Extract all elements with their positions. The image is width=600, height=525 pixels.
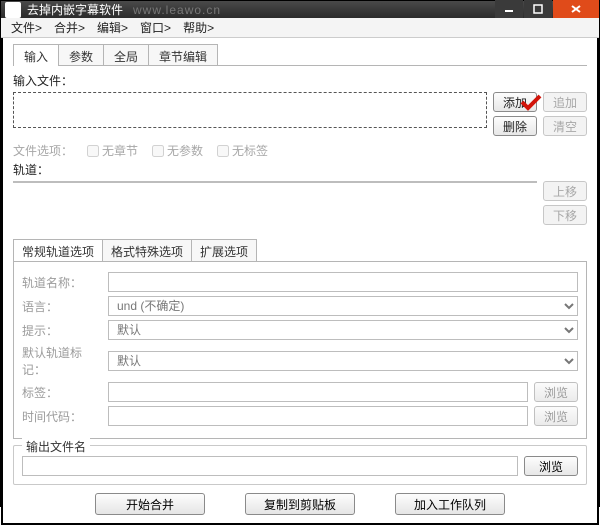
title-bar: 去掉内嵌字幕软件 www.leawo.cn <box>1 1 599 18</box>
start-merge-button[interactable]: 开始合并 <box>95 493 205 515</box>
timecode-input[interactable] <box>108 406 528 426</box>
tags-browse-button[interactable]: 浏览 <box>534 382 578 402</box>
check-icon <box>520 94 542 115</box>
clear-button[interactable]: 清空 <box>543 116 587 136</box>
timecode-label: 时间代码： <box>22 408 102 425</box>
tab-chapter[interactable]: 章节编辑 <box>148 44 218 66</box>
add-queue-button[interactable]: 加入工作队列 <box>395 493 505 515</box>
language-select[interactable]: und (不确定) <box>108 296 578 316</box>
language-label: 语言： <box>22 298 102 315</box>
tags-label: 标签： <box>22 384 102 401</box>
file-options-label: 文件选项： <box>13 142 73 159</box>
move-up-button[interactable]: 上移 <box>543 181 587 201</box>
default-flag-select[interactable]: 默认 <box>108 351 578 371</box>
hint-label: 提示： <box>22 322 102 339</box>
menu-merge[interactable]: 合并> <box>48 17 91 38</box>
output-group: 输出文件名 浏览 <box>13 445 587 485</box>
output-path-input[interactable] <box>22 456 518 476</box>
tab-params[interactable]: 参数 <box>58 44 104 66</box>
main-tabs: 输入 参数 全局 章节编辑 <box>13 44 587 66</box>
menu-file[interactable]: 文件> <box>5 17 48 38</box>
track-options-panel: 轨道名称： 语言： und (不确定) 提示： 默认 默认轨道标记： 默认 标签… <box>13 261 587 439</box>
hint-select[interactable]: 默认 <box>108 320 578 340</box>
tab-input[interactable]: 输入 <box>13 44 59 66</box>
output-legend: 输出文件名 <box>22 438 90 455</box>
copy-clipboard-button[interactable]: 复制到剪贴板 <box>245 493 355 515</box>
app-icon <box>5 2 21 18</box>
track-name-input[interactable] <box>108 272 578 292</box>
menu-window[interactable]: 窗口> <box>134 17 177 38</box>
add-button[interactable]: 添加 <box>493 92 537 112</box>
input-file-list[interactable] <box>13 92 487 128</box>
close-button[interactable] <box>553 0 599 18</box>
input-file-label: 输入文件： <box>13 72 587 89</box>
subtab-special[interactable]: 格式特殊选项 <box>102 239 192 261</box>
subtab-ext[interactable]: 扩展选项 <box>191 239 257 261</box>
no-chapter-checkbox[interactable]: 无章节 <box>87 142 138 159</box>
move-down-button[interactable]: 下移 <box>543 205 587 225</box>
sub-tabs: 常规轨道选项 格式特殊选项 扩展选项 <box>13 239 587 261</box>
no-tags-checkbox[interactable]: 无标签 <box>217 142 268 159</box>
tracks-list[interactable] <box>13 181 537 183</box>
no-params-checkbox[interactable]: 无参数 <box>152 142 203 159</box>
output-browse-button[interactable]: 浏览 <box>524 456 578 476</box>
maximize-button[interactable] <box>524 0 552 18</box>
minimize-button[interactable] <box>495 0 523 18</box>
tags-input[interactable] <box>108 382 528 402</box>
window-title: 去掉内嵌字幕软件 <box>27 1 123 18</box>
default-flag-label: 默认轨道标记： <box>22 344 102 378</box>
menu-bar: 文件> 合并> 编辑> 窗口> 帮助> <box>1 18 599 38</box>
window-url: www.leawo.cn <box>133 3 221 17</box>
menu-help[interactable]: 帮助> <box>177 17 220 38</box>
delete-button[interactable]: 删除 <box>493 116 537 136</box>
append-button[interactable]: 追加 <box>543 92 587 112</box>
tracks-label: 轨道： <box>13 161 587 178</box>
timecode-browse-button[interactable]: 浏览 <box>534 406 578 426</box>
menu-edit[interactable]: 编辑> <box>91 17 134 38</box>
tab-global[interactable]: 全局 <box>103 44 149 66</box>
subtab-general[interactable]: 常规轨道选项 <box>13 239 103 261</box>
track-name-label: 轨道名称： <box>22 274 102 291</box>
